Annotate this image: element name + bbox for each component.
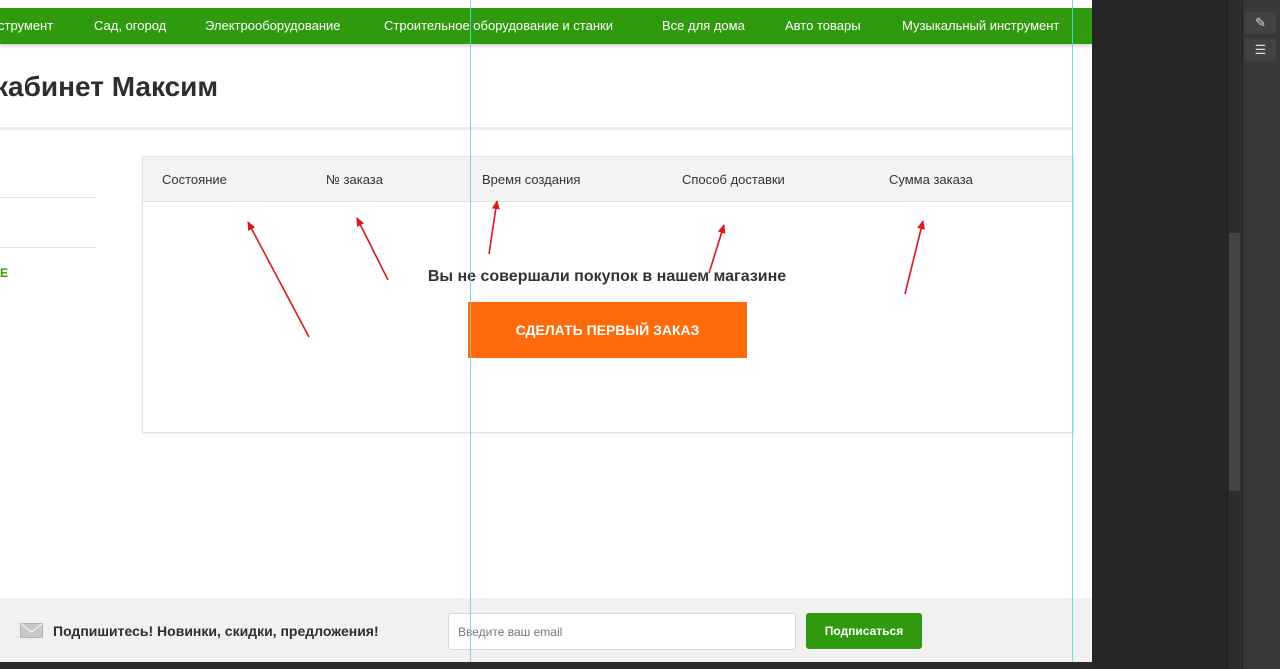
brush-settings-icon[interactable]: ✎ — [1245, 12, 1276, 34]
subscribe-text: Подпишитесь! Новинки, скидки, предложени… — [53, 623, 379, 639]
annotation-arrow — [708, 224, 726, 274]
annotation-arrow — [247, 221, 310, 338]
annotation-arrow — [488, 200, 500, 255]
tool-panel — [1242, 0, 1280, 669]
scrollbar-thumb[interactable] — [1229, 233, 1240, 491]
mail-icon — [20, 623, 43, 638]
editor-pasteboard — [1092, 0, 1227, 669]
guide-line — [470, 0, 471, 669]
adjust-icon[interactable]: ☰ — [1245, 39, 1276, 61]
annotation-arrow — [904, 220, 925, 295]
shop-page: струмент Сад, огород Электрооборудование… — [0, 0, 1092, 662]
guide-line — [1072, 0, 1073, 669]
annotation-arrow — [356, 217, 389, 281]
annotation-arrows — [247, 200, 925, 338]
canvas-bottom-edge — [0, 662, 1092, 669]
subscribe-bar: Подпишитесь! Новинки, скидки, предложени… — [0, 598, 1092, 662]
email-input[interactable] — [448, 613, 796, 650]
subscribe-button[interactable]: Подписаться — [806, 613, 922, 649]
